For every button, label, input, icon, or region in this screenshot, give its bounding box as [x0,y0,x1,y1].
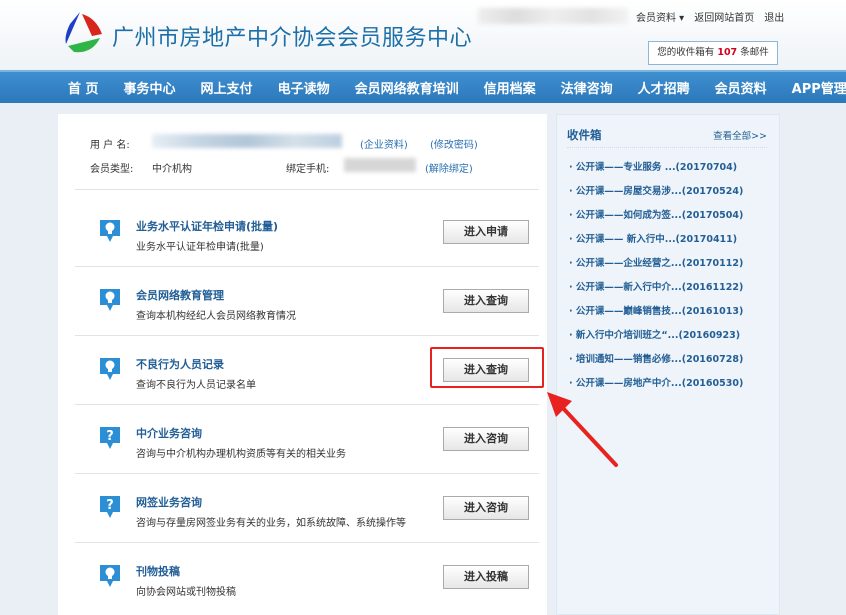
lightbulb-icon [100,289,120,311]
mail-prefix: 您的收件箱有 [657,47,715,58]
question-icon: ? [100,496,120,518]
nav-app[interactable]: APP管理 [792,78,846,97]
unbind-link[interactable]: (解除绑定) [425,160,473,175]
query-button[interactable]: 进入查询 [443,289,529,313]
inbox-item[interactable]: · 新入行中介培训班之“...(20160923) [569,327,743,351]
member-type-label: 会员类型: [90,164,134,175]
consult-button[interactable]: 进入咨询 [443,427,529,451]
inbox-item[interactable]: · 公开课——房屋交易涉...(20170524) [569,183,743,207]
service-title[interactable]: 不良行为人员记录 [136,356,224,372]
mailbox-notice[interactable]: 您的收件箱有 107 条邮件 [648,41,778,65]
service-desc: 向协会网站或刊物投稿 [136,587,236,598]
service-title[interactable]: 中介业务咨询 [136,425,202,441]
lightbulb-icon [100,220,120,242]
inbox-list: · 公开课——专业服务 ...(20170704) · 公开课——房屋交易涉..… [569,159,743,399]
member-type-value: 中介机构 [152,164,192,175]
username-label: 用 户 名: [90,140,130,151]
top-links: 会员资料 ▾ 返回网站首页 退出 [636,9,784,24]
member-info-menu[interactable]: 会员资料 ▾ [636,9,684,24]
service-row: ? 网签业务咨询 咨询与存量房网签业务有关的业务，如系统故障、系统操作等 进入咨… [58,474,547,542]
divider [567,147,767,148]
nav-jobs[interactable]: 人才招聘 [638,78,690,97]
view-all-link[interactable]: 查看全部>> [713,128,767,142]
nav-credit[interactable]: 信用档案 [484,78,536,97]
service-title[interactable]: 刊物投稿 [136,563,180,579]
svg-text:?: ? [106,429,114,444]
lightbulb-icon [100,358,120,380]
inbox-item[interactable]: · 公开课——企业经营之...(20170112) [569,255,743,279]
logout-link[interactable]: 退出 [764,9,784,24]
inbox-item[interactable]: · 培训通知——销售必修...(20160728) [569,351,743,375]
service-desc: 咨询与中介机构办理机构资质等有关的相关业务 [136,449,346,460]
service-desc: 咨询与存量房网签业务有关的业务，如系统故障、系统操作等 [136,518,406,529]
service-row: ? 中介业务咨询 咨询与中介机构办理机构资质等有关的相关业务 进入咨询 [58,405,547,473]
service-row: 会员网络教育管理 查询本机构经纪人会员网络教育情况 进入查询 [58,267,547,335]
main-nav: 首 页 事务中心 网上支付 电子读物 会员网络教育培训 信用档案 法律咨询 人才… [0,70,846,103]
nav-ebooks[interactable]: 电子读物 [278,78,330,97]
nav-payment[interactable]: 网上支付 [201,78,253,97]
highlight-box [430,347,544,388]
company-info-link[interactable]: (企业资料) [360,136,408,151]
change-password-link[interactable]: (修改密码) [430,136,478,151]
logo-icon [65,12,102,53]
nav-training[interactable]: 会员网络教育培训 [355,78,459,97]
submit-article-button[interactable]: 进入投稿 [443,565,529,589]
service-row: 刊物投稿 向协会网站或刊物投稿 进入投稿 [58,543,547,611]
blurred-phone [344,158,416,172]
blurred-username [478,8,628,24]
apply-button[interactable]: 进入申请 [443,220,529,244]
mail-suffix: 条邮件 [740,47,769,58]
phone-label: 绑定手机: [286,164,330,175]
nav-affairs[interactable]: 事务中心 [124,78,176,97]
back-home-link[interactable]: 返回网站首页 [694,9,754,24]
service-desc: 查询本机构经纪人会员网络教育情况 [136,311,296,322]
mail-count: 107 [717,47,738,58]
inbox-item[interactable]: · 公开课——巅峰销售技...(20161013) [569,303,743,327]
inbox-item[interactable]: · 公开课——专业服务 ...(20170704) [569,159,743,183]
inbox-item[interactable]: · 公开课——新入行中介...(20161122) [569,279,743,303]
service-desc: 业务水平认证年检申请(批量) [136,242,264,253]
service-desc: 查询不良行为人员记录名单 [136,380,256,391]
service-row: 业务水平认证年检申请(批量) 业务水平认证年检申请(批量) 进入申请 [58,198,547,266]
blurred-username-value [152,134,342,148]
service-title[interactable]: 业务水平认证年检申请(批量) [136,218,278,234]
red-arrow-icon [547,392,618,467]
question-icon: ? [100,427,120,449]
lightbulb-icon [100,565,120,587]
consult-button[interactable]: 进入咨询 [443,496,529,520]
inbox-item[interactable]: · 公开课——如何成为签...(20170504) [569,207,743,231]
inbox-item[interactable]: · 公开课—— 新入行中...(20170411) [569,231,743,255]
inbox-title: 收件箱 [567,128,602,142]
divider [75,189,539,190]
service-title[interactable]: 网签业务咨询 [136,494,202,510]
service-title[interactable]: 会员网络教育管理 [136,287,224,303]
inbox-panel: 收件箱 查看全部>> · 公开课——专业服务 ...(20170704) · 公… [556,114,780,615]
nav-member[interactable]: 会员资料 [715,78,767,97]
nav-home[interactable]: 首 页 [68,78,99,97]
svg-text:?: ? [106,498,114,513]
nav-legal[interactable]: 法律咨询 [561,78,613,97]
site-title: 广州市房地产中介协会会员服务中心 [112,26,473,51]
header: 广州市房地产中介协会会员服务中心 会员资料 ▾ 返回网站首页 退出 您的收件箱有… [0,0,846,70]
